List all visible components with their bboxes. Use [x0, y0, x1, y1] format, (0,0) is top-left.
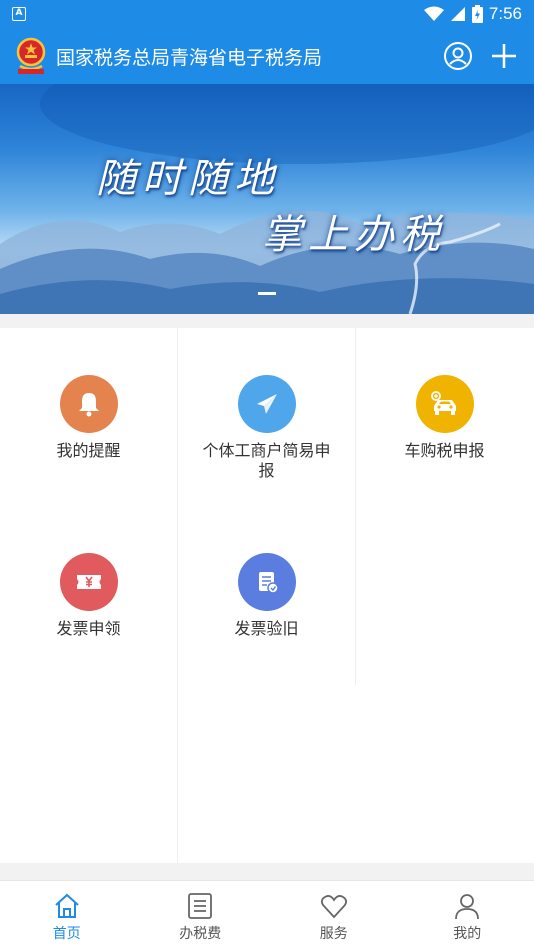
battery-icon	[471, 5, 483, 23]
user-circle-icon	[444, 42, 472, 70]
app-header: 国家税务总局青海省电子税务局	[0, 28, 534, 84]
list-icon	[188, 893, 213, 919]
banner-slogan-1: 随时随地	[96, 156, 280, 202]
page-title: 国家税务总局青海省电子税务局	[56, 46, 323, 69]
tab-label: 服务	[319, 926, 348, 942]
tile-vehicle-purchase-tax[interactable]: 车购税申报	[356, 328, 533, 506]
user-profile-button[interactable]	[442, 40, 474, 72]
tile-label: 个体工商户简易申报	[202, 441, 331, 480]
tile-individual-business-declaration[interactable]: 个体工商户简易申报	[178, 328, 355, 506]
tile-invoice-verification[interactable]: 发票验旧	[178, 506, 355, 684]
home-icon	[55, 893, 79, 918]
notification-app-icon: A	[12, 7, 26, 21]
tab-services[interactable]: 服务	[267, 881, 401, 950]
tile-label: 车购税申报	[404, 441, 485, 460]
ticket-yuan-icon	[59, 553, 118, 611]
promo-banner[interactable]: 随时随地 掌上办税	[0, 84, 534, 314]
document-check-icon	[237, 553, 296, 611]
tile-label: 发票申领	[56, 619, 121, 638]
signal-icon	[450, 7, 465, 21]
tile-invoice-application[interactable]: 发票申领	[0, 506, 177, 684]
tile-my-reminders[interactable]: 我的提醒	[0, 328, 177, 506]
tab-home[interactable]: 首页	[0, 881, 134, 950]
paper-plane-icon	[237, 375, 296, 433]
function-grid: 我的提醒 个体工商户简易申报 车购税申报 发票申领 发票验旧	[0, 328, 534, 863]
bell-icon	[59, 375, 118, 433]
tab-label: 首页	[52, 926, 81, 942]
wifi-icon	[423, 6, 444, 21]
add-button[interactable]	[488, 40, 520, 72]
banner-slogan-2: 掌上办税	[262, 212, 446, 258]
status-time: 7:56	[488, 4, 522, 23]
person-icon	[455, 894, 480, 920]
national-emblem-icon	[16, 37, 46, 74]
status-bar: A 7:56	[0, 0, 534, 28]
carousel-indicator	[258, 292, 276, 295]
tab-mine[interactable]: 我的	[401, 881, 534, 950]
bottom-tab-bar: 首页 办税费 服务 我的	[0, 880, 534, 950]
tab-label: 办税费	[179, 926, 222, 942]
tile-label: 发票验旧	[234, 619, 299, 638]
tab-label: 我的	[453, 926, 482, 942]
tile-label: 我的提醒	[56, 441, 121, 460]
tab-tax-handling[interactable]: 办税费	[134, 881, 268, 950]
heart-icon	[320, 895, 347, 919]
plus-icon	[492, 44, 516, 68]
car-icon	[415, 375, 474, 433]
